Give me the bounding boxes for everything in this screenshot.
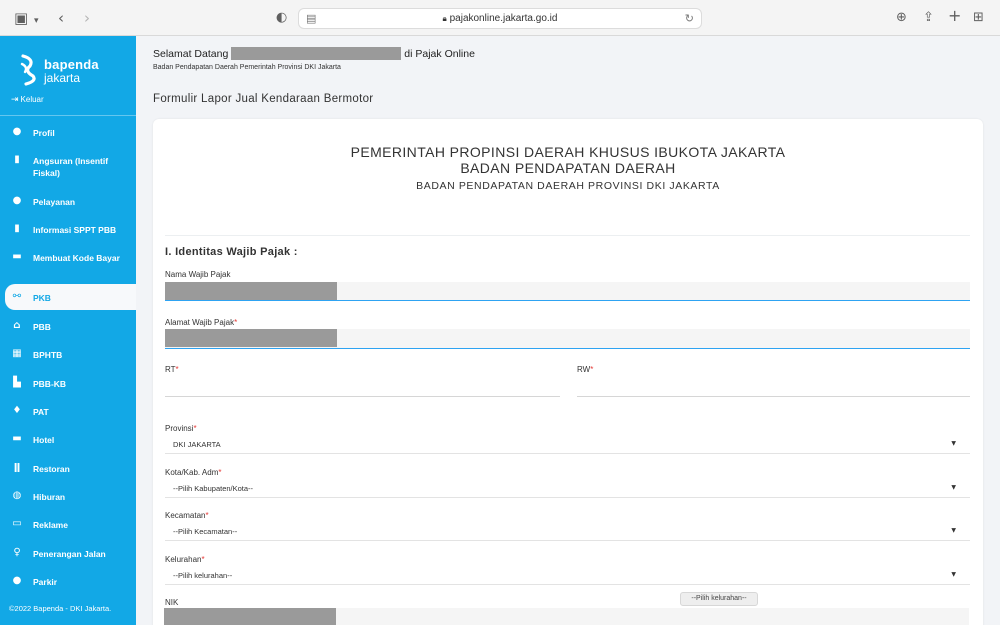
header-divider [165, 235, 970, 236]
address-bar[interactable]: ▤ 🔒︎ pajakonline.jakarta.go.id ↻ [298, 8, 702, 29]
alamat-wajib-pajak-label: Alamat Wajib Pajak* [165, 318, 238, 327]
nik-label: NIK [165, 598, 179, 607]
rt-label: RT* [165, 365, 179, 374]
logout-link[interactable]: ⇥ Keluar [11, 95, 44, 105]
lightbulb-icon: ♀ [13, 547, 21, 558]
sidebar-footer: ©2022 Bapenda - DKI Jakarta. [9, 604, 112, 613]
kota-label: Kota/Kab. Adm* [165, 468, 222, 477]
main-content: Selamat Datang di Pajak Online Badan Pend… [136, 36, 1000, 625]
redacted-value [165, 282, 337, 300]
kecamatan-select[interactable]: --Pilih Kecamatan-- ▼ [165, 521, 970, 541]
sidebar-item-pkb[interactable]: ⚯ PKB [5, 284, 136, 310]
gas-pump-icon: ▙ [13, 377, 21, 388]
caret-down-icon: ▼ [951, 440, 956, 447]
sidebar-toggle-icon[interactable]: ▣ [14, 9, 28, 27]
form-card: PEMERINTAH PROPINSI DAERAH KHUSUS IBUKOT… [153, 119, 983, 625]
redacted-username [231, 46, 402, 60]
form-heading-agency: BADAN PENDAPATAN DAERAH [460, 160, 676, 176]
new-tab-icon[interactable]: + [948, 7, 961, 25]
bapenda-logo-icon [20, 54, 36, 86]
utensils-icon: ǁ [13, 462, 21, 473]
building-icon: ▦ [12, 348, 22, 359]
nik-field[interactable] [164, 608, 969, 625]
rt-input[interactable] [165, 396, 560, 397]
kelurahan-label: Kelurahan* [165, 555, 205, 564]
agency-subtitle: Badan Pendapatan Daerah Pemerintah Provi… [153, 64, 341, 71]
globe-icon: ◍ [12, 490, 22, 501]
kota-select[interactable]: --Pilih Kabupaten/Kota-- ▼ [165, 478, 970, 498]
water-drop-icon: ♦ [12, 405, 22, 416]
privacy-shield-icon[interactable]: ◐ [276, 9, 287, 27]
nama-wajib-pajak-label: Nama Wajib Pajak [165, 270, 231, 279]
section-title-taxpayer-identity: I. Identitas Wajib Pajak : [165, 246, 298, 258]
tab-overview-icon[interactable]: ⊞ [973, 9, 984, 27]
back-icon[interactable]: ‹ [58, 9, 64, 27]
bed-icon: ▬ [12, 433, 22, 444]
logout-icon: ⇥ [11, 95, 19, 105]
caret-down-icon: ▼ [951, 527, 956, 534]
welcome-message: Selamat Datang di Pajak Online [153, 46, 475, 60]
page-title: Formulir Lapor Jual Kendaraan Bermotor [153, 93, 374, 105]
nama-wajib-pajak-field[interactable] [165, 282, 970, 301]
url-text: 🔒︎ pajakonline.jakarta.go.id [442, 13, 558, 24]
bapenda-logo[interactable]: bapenda jakarta [20, 54, 110, 88]
document-icon: ▮ [14, 154, 20, 165]
form-heading-government: PEMERINTAH PROPINSI DAERAH KHUSUS IBUKOT… [350, 144, 786, 160]
lock-icon: 🔒︎ [442, 14, 447, 23]
forward-icon[interactable]: › [84, 9, 90, 27]
browser-toolbar: ▣ ▾ ‹ › ◐ ▤ 🔒︎ pajakonline.jakarta.go.id… [0, 0, 1000, 36]
money-icon: ▬ [12, 251, 22, 262]
reload-icon[interactable]: ↻ [685, 12, 694, 25]
sidebar: bapenda jakarta ⇥ Keluar ● Profil ▮ Angsu… [0, 36, 136, 625]
download-icon[interactable]: ⊕ [896, 9, 907, 27]
rw-label: RW* [577, 365, 594, 374]
sidebar-divider [0, 115, 136, 116]
rw-input[interactable] [577, 396, 970, 397]
billboard-icon: ▭ [12, 518, 22, 529]
kelurahan-select[interactable]: --Pilih kelurahan-- ▼ [165, 565, 970, 585]
kecamatan-label: Kecamatan* [165, 511, 209, 520]
chevron-down-icon[interactable]: ▾ [34, 12, 39, 30]
provinsi-label: Provinsi* [165, 424, 197, 433]
receipt-icon: ▮ [14, 223, 20, 234]
kelurahan-tooltip: --Pilih kelurahan-- [680, 592, 758, 606]
home-icon: ⌂ [13, 320, 21, 331]
form-heading-agency-province: BADAN PENDAPATAN DAERAH PROVINSI DKI JAK… [416, 180, 720, 192]
caret-down-icon: ▼ [951, 484, 956, 491]
redacted-value [164, 608, 336, 625]
logo-text-primary: bapenda [44, 57, 99, 72]
chat-icon: ● [12, 195, 22, 206]
alamat-wajib-pajak-field[interactable] [165, 329, 970, 349]
logo-text-secondary: jakarta [44, 71, 81, 85]
motorcycle-icon: ⚯ [12, 291, 22, 302]
caret-down-icon: ▼ [951, 571, 956, 578]
user-icon: ● [12, 126, 22, 137]
share-icon[interactable]: ⇪ [923, 9, 934, 27]
provinsi-select[interactable]: DKI JAKARTA ▼ [165, 434, 970, 454]
parking-icon: ● [12, 575, 22, 586]
redacted-value [165, 329, 337, 347]
